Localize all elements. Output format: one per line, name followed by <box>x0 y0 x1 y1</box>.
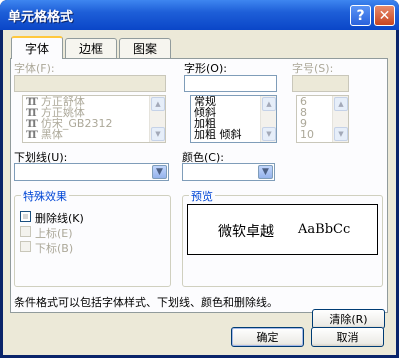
tab-patterns[interactable]: 图案 <box>119 38 171 58</box>
underline-select[interactable]: ▼ <box>14 163 169 181</box>
close-icon: ✕ <box>378 7 391 24</box>
font-tab-panel: 字体(F): TT 方正舒体 TT 方正姚体 TT 仿宋_GB2312 TT 黑体 ▲ … <box>10 58 388 329</box>
close-button[interactable]: ✕ <box>374 5 395 26</box>
superscript-label: 上标(E) <box>35 227 73 240</box>
subscript-checkbox[interactable] <box>20 241 31 252</box>
strikethrough-label: 删除线(K) <box>35 212 84 225</box>
font-style-input[interactable] <box>184 75 277 92</box>
checkbox-fill <box>23 214 28 219</box>
preview-corner <box>374 204 378 255</box>
cancel-button[interactable]: 取消 <box>311 327 384 347</box>
font-style-scrollbar[interactable]: ▲ ▼ <box>260 96 276 142</box>
help-button[interactable]: ? <box>350 5 371 26</box>
font-size-list[interactable]: 6 8 9 10 ▲ ▼ <box>296 95 349 143</box>
font-list-scrollbar[interactable]: ▲ ▼ <box>149 96 165 142</box>
tab-patterns-label: 图案 <box>132 42 157 56</box>
scroll-down-icon[interactable]: ▼ <box>334 127 348 141</box>
chevron-down-icon[interactable]: ▼ <box>152 165 167 179</box>
font-style-list[interactable]: 常规 倾斜 加粗 加粗 倾斜 ▲ ▼ <box>190 95 277 143</box>
scroll-up-icon[interactable]: ▲ <box>334 97 348 111</box>
format-cells-dialog: 单元格格式 ? ✕ 字体 边框 图案 字体(F): TT 方正舒体 TT 方正姚体 … <box>0 0 399 358</box>
preview-sample-cn: 微软卓越 <box>218 224 274 240</box>
dialog-title: 单元格格式 <box>8 10 74 25</box>
color-select[interactable]: ▼ <box>182 163 275 181</box>
font-list[interactable]: TT 方正舒体 TT 方正姚体 TT 仿宋_GB2312 TT 黑体 ▲ ▼ <box>22 95 166 143</box>
tab-font-label: 字体 <box>24 42 49 56</box>
preview-title: 预览 <box>189 188 215 204</box>
font-name-input[interactable] <box>14 75 166 92</box>
preview-box: 微软卓越 AaBbCc <box>187 204 378 255</box>
font-size-scrollbar[interactable]: ▲ ▼ <box>332 96 348 142</box>
font-size-label: 字号(S): <box>292 62 334 75</box>
tab-border[interactable]: 边框 <box>65 38 117 58</box>
scroll-up-icon[interactable]: ▲ <box>262 97 276 111</box>
clear-button[interactable]: 清除(R) <box>312 309 385 329</box>
font-label: 字体(F): <box>14 62 55 75</box>
font-list-item[interactable]: TT 黑体 <box>23 128 165 141</box>
superscript-checkbox[interactable] <box>20 226 31 237</box>
info-text: 条件格式可以包括字体样式、下划线、颜色和删除线。 <box>14 296 278 309</box>
subscript-label: 下标(B) <box>35 242 74 255</box>
strikethrough-checkbox[interactable] <box>20 211 31 222</box>
dialog-body: 字体 边框 图案 字体(F): TT 方正舒体 TT 方正姚体 TT 仿宋_GB231… <box>3 30 396 355</box>
font-item-label: 黑体 <box>40 128 63 141</box>
chevron-down-icon[interactable]: ▼ <box>258 165 273 179</box>
title-bar[interactable]: 单元格格式 ? ✕ <box>0 0 399 30</box>
effects-title: 特殊效果 <box>21 188 69 204</box>
tab-border-label: 边框 <box>78 42 103 56</box>
scroll-down-icon[interactable]: ▼ <box>151 127 165 141</box>
preview-sample-en: AaBbCc <box>298 222 351 237</box>
preview-corner <box>187 204 191 255</box>
scroll-down-icon[interactable]: ▼ <box>262 127 276 141</box>
help-icon: ? <box>356 7 365 24</box>
font-style-label: 字形(O): <box>184 62 227 75</box>
scroll-up-icon[interactable]: ▲ <box>151 97 165 111</box>
font-size-input[interactable] <box>292 75 349 92</box>
tab-font[interactable]: 字体 <box>11 36 63 59</box>
truetype-icon: T <box>30 130 38 141</box>
ok-button[interactable]: 确定 <box>231 327 304 347</box>
